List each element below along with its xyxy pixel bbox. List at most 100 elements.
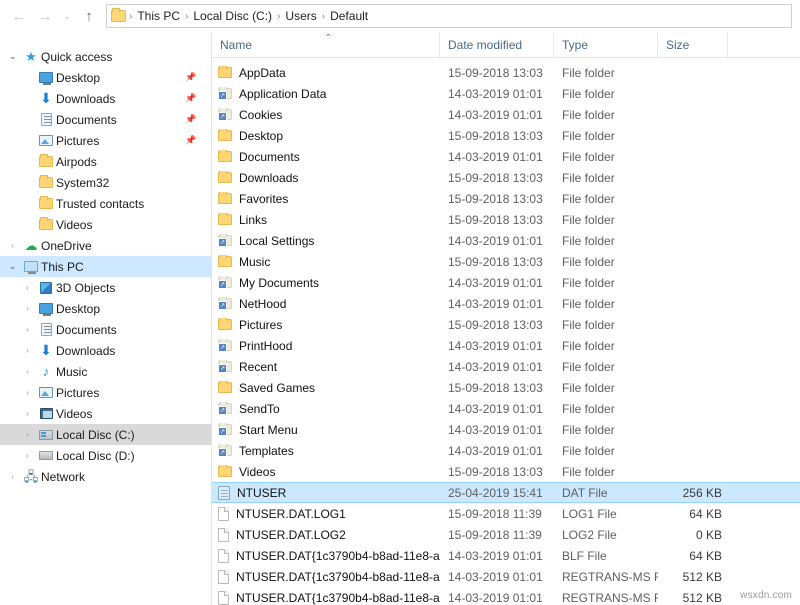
sidebar-item-local-disc-d[interactable]: ›Local Disc (D:) — [0, 445, 211, 466]
back-button[interactable]: ← — [6, 3, 32, 29]
file-row[interactable]: ↗Cookies14-03-2019 01:01File folder — [212, 104, 800, 125]
file-row[interactable]: ↗Local Settings14-03-2019 01:01File fold… — [212, 230, 800, 251]
file-row[interactable]: Music15-09-2018 13:03File folder — [212, 251, 800, 272]
chevron-right-icon[interactable]: › — [19, 367, 36, 376]
file-row[interactable]: ↗Start Menu14-03-2019 01:01File folder — [212, 419, 800, 440]
address-bar[interactable]: › This PC › Local Disc (C:) › Users › De… — [106, 4, 792, 28]
chevron-down-icon[interactable]: ⌄ — [4, 261, 21, 272]
file-row[interactable]: Desktop15-09-2018 13:03File folder — [212, 125, 800, 146]
file-name-label: PrintHood — [239, 339, 292, 353]
file-row[interactable]: Pictures15-09-2018 13:03File folder — [212, 314, 800, 335]
file-row[interactable]: NTUSER.DAT{1c3790b4-b8ad-11e8-aa21-…14-0… — [212, 545, 800, 566]
sidebar-item-desktop[interactable]: Desktop 📌 — [0, 67, 211, 88]
sidebar-item-videos[interactable]: Videos — [0, 214, 211, 235]
file-row[interactable]: ↗NetHood14-03-2019 01:01File folder — [212, 293, 800, 314]
file-list-pane[interactable]: Name ⌃ Date modified Type Size AppData15… — [212, 32, 800, 605]
file-row[interactable]: Documents14-03-2019 01:01File folder — [212, 146, 800, 167]
chevron-right-icon[interactable]: › — [19, 283, 36, 292]
sidebar-item-trusted-contacts[interactable]: Trusted contacts — [0, 193, 211, 214]
file-row[interactable]: NTUSER.DAT{1c3790b4-b8ad-11e8-aa21-…14-0… — [212, 587, 800, 605]
file-row[interactable]: NTUSER.DAT.LOG115-09-2018 11:39LOG1 File… — [212, 503, 800, 524]
sidebar-item-pictures[interactable]: ›Pictures — [0, 382, 211, 403]
sidebar-item-3d-objects[interactable]: ›3D Objects — [0, 277, 211, 298]
navigation-pane[interactable]: ⌄★Quick accessDesktop📌⬇Downloads📌Documen… — [0, 32, 212, 605]
sidebar-item-documents[interactable]: ›Documents — [0, 319, 211, 340]
sidebar-item-pictures[interactable]: Pictures📌 — [0, 130, 211, 151]
file-row[interactable]: Saved Games15-09-2018 13:03File folder — [212, 377, 800, 398]
file-name-cell: Music — [212, 255, 440, 269]
forward-button[interactable]: → — [32, 3, 58, 29]
chevron-right-icon[interactable]: › — [19, 451, 36, 460]
breadcrumb-default[interactable]: Default — [326, 9, 372, 23]
plain-file-icon — [218, 591, 229, 605]
pin-icon[interactable]: 📌 — [185, 135, 195, 146]
sidebar-item-network[interactable]: ›🖧Network — [0, 466, 211, 487]
file-row[interactable]: Links15-09-2018 13:03File folder — [212, 209, 800, 230]
chevron-right-icon[interactable]: › — [19, 304, 36, 313]
sidebar-item-music[interactable]: ›♪Music — [0, 361, 211, 382]
folder-icon — [218, 130, 232, 141]
file-row[interactable]: ↗Application Data14-03-2019 01:01File fo… — [212, 83, 800, 104]
file-row[interactable]: AppData15-09-2018 13:03File folder — [212, 62, 800, 83]
chevron-right-icon[interactable]: › — [4, 472, 21, 481]
sidebar-item-this-pc[interactable]: ⌄This PC — [0, 256, 211, 277]
onedrive-icon: ☁ — [21, 240, 41, 252]
chevron-down-icon[interactable]: ⌄ — [4, 51, 21, 62]
sidebar-item-documents[interactable]: Documents📌 — [0, 109, 211, 130]
plain-file-icon — [218, 528, 229, 542]
file-row[interactable]: NTUSER25-04-2019 15:41DAT File256 KB — [212, 482, 800, 503]
pin-icon[interactable]: 📌 — [185, 72, 195, 83]
folder-icon — [218, 466, 232, 477]
sidebar-item-local-disc-c[interactable]: ›Local Disc (C:) — [0, 424, 211, 445]
chevron-right-icon[interactable]: › — [19, 388, 36, 397]
sidebar-item-label: Desktop — [56, 71, 100, 85]
up-button[interactable]: ↑ — [76, 3, 102, 29]
file-name-label: NTUSER.DAT{1c3790b4-b8ad-11e8-aa21-… — [236, 570, 440, 584]
file-type-cell: File folder — [554, 297, 658, 311]
sidebar-item-downloads[interactable]: ›⬇Downloads — [0, 340, 211, 361]
file-row[interactable]: ↗Recent14-03-2019 01:01File folder — [212, 356, 800, 377]
column-header-name[interactable]: Name ⌃ — [212, 32, 440, 58]
file-row[interactable]: ↗My Documents14-03-2019 01:01File folder — [212, 272, 800, 293]
file-name-label: Application Data — [239, 87, 326, 101]
file-type-cell: File folder — [554, 171, 658, 185]
sidebar-item-videos[interactable]: ›Videos — [0, 403, 211, 424]
sidebar-item-airpods[interactable]: Airpods — [0, 151, 211, 172]
pin-icon[interactable]: 📌 — [185, 114, 195, 125]
file-row[interactable]: Favorites15-09-2018 13:03File folder — [212, 188, 800, 209]
file-date-modified-cell: 14-03-2019 01:01 — [440, 339, 554, 353]
chevron-right-icon[interactable]: › — [19, 346, 36, 355]
recent-locations-chevron-down-icon[interactable]: ⌄ — [58, 3, 76, 29]
file-row[interactable]: NTUSER.DAT.LOG215-09-2018 11:39LOG2 File… — [212, 524, 800, 545]
pin-icon[interactable]: 📌 — [185, 93, 195, 104]
sidebar-item-desktop[interactable]: ›Desktop — [0, 298, 211, 319]
column-header-date-modified[interactable]: Date modified — [440, 32, 554, 58]
chevron-right-icon[interactable]: › — [19, 409, 36, 418]
sidebar-item-downloads[interactable]: ⬇Downloads📌 — [0, 88, 211, 109]
file-row[interactable]: Downloads15-09-2018 13:03File folder — [212, 167, 800, 188]
breadcrumb-local-disc-c[interactable]: Local Disc (C:) — [189, 9, 276, 23]
sidebar-item-onedrive[interactable]: ›☁OneDrive — [0, 235, 211, 256]
column-header-type[interactable]: Type — [554, 32, 658, 58]
shortcut-arrow-icon: ↗ — [219, 303, 226, 310]
chevron-right-icon[interactable]: › — [19, 325, 36, 334]
breadcrumb-users[interactable]: Users — [281, 9, 320, 23]
plain-file-icon — [218, 507, 229, 521]
file-name-label: NTUSER.DAT.LOG2 — [236, 528, 346, 542]
file-row[interactable]: ↗SendTo14-03-2019 01:01File folder — [212, 398, 800, 419]
file-type-cell: File folder — [554, 381, 658, 395]
file-row[interactable]: Videos15-09-2018 13:03File folder — [212, 461, 800, 482]
folder-icon — [36, 219, 56, 230]
file-row[interactable]: NTUSER.DAT{1c3790b4-b8ad-11e8-aa21-…14-0… — [212, 566, 800, 587]
file-row[interactable]: ↗PrintHood14-03-2019 01:01File folder — [212, 335, 800, 356]
file-list[interactable]: AppData15-09-2018 13:03File folder↗Appli… — [212, 58, 800, 605]
chevron-right-icon[interactable]: › — [19, 430, 36, 439]
file-date-modified-cell: 14-03-2019 01:01 — [440, 444, 554, 458]
column-header-size[interactable]: Size — [658, 32, 728, 58]
sidebar-item-quick-access[interactable]: ⌄★Quick access — [0, 46, 211, 67]
chevron-right-icon[interactable]: › — [4, 241, 21, 250]
monitor-icon — [36, 72, 56, 83]
breadcrumb-this-pc[interactable]: This PC — [133, 9, 184, 23]
sidebar-item-system32[interactable]: System32 — [0, 172, 211, 193]
file-row[interactable]: ↗Templates14-03-2019 01:01File folder — [212, 440, 800, 461]
